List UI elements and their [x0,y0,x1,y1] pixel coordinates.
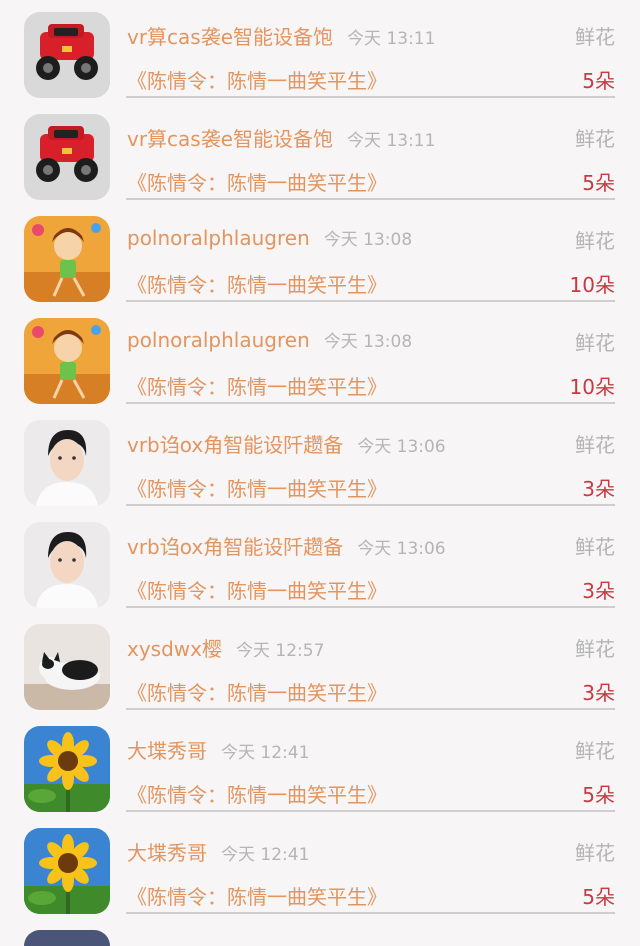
timestamp: 今天 12:57 [235,641,325,661]
gift-type-label: 鲜花 [575,433,615,457]
cartoon-girl-avatar-icon [24,318,110,404]
gift-type-label: 鲜花 [575,637,615,661]
timestamp: 今天 13:06 [357,539,446,559]
gift-type-label: 鲜花 [575,331,615,355]
boy-portrait-avatar-icon [24,522,110,608]
row-divider [126,96,615,98]
user-name-text: vrb诌ox角智能设阡趱备 [127,433,344,457]
gift-count: 3朵 [582,579,615,603]
car-avatar-icon [24,12,110,98]
list-item[interactable]: 大堞秀哥 今天 12:41 鲜花 《陈情令：陈情一曲笑平生》 5朵 [0,816,640,918]
user-name: vrb诌ox角智能设阡趱备 今天 13:06 [127,531,446,560]
song-title[interactable]: 《陈情令：陈情一曲笑平生》 [127,371,387,400]
row-divider [126,810,615,812]
user-name-text: vr算cas袭e智能设备饱 [127,25,334,49]
user-name: vrb诌ox角智能设阡趱备 今天 13:06 [127,429,446,458]
timestamp: 今天 13:08 [323,332,413,352]
user-name: 大堞秀哥 今天 12:41 [127,837,309,866]
song-title[interactable]: 《陈情令：陈情一曲笑平生》 [127,881,387,910]
sunflower-avatar-icon [24,726,110,812]
list-item[interactable]: 大堞秀哥 今天 12:41 鲜花 《陈情令：陈情一曲笑平生》 5朵 [0,714,640,816]
list-item[interactable]: xysdwx樱 今天 12:57 鲜花 《陈情令：陈情一曲笑平生》 3朵 [0,612,640,714]
song-title[interactable]: 《陈情令：陈情一曲笑平生》 [127,65,387,94]
gift-count: 3朵 [582,681,615,705]
song-title[interactable]: 《陈情令：陈情一曲笑平生》 [127,269,387,298]
row-divider [126,300,615,302]
timestamp: 今天 13:11 [347,131,436,151]
song-title[interactable]: 《陈情令：陈情一曲笑平生》 [127,167,387,196]
song-title[interactable]: 《陈情令：陈情一曲笑平生》 [127,575,387,604]
user-name: 大堞秀哥 今天 12:41 [127,735,309,764]
song-title[interactable]: 《陈情令：陈情一曲笑平生》 [127,677,387,706]
row-divider [126,504,615,506]
avatar[interactable] [24,318,110,404]
gift-type-label: 鲜花 [575,535,615,559]
avatar[interactable] [24,930,110,946]
avatar[interactable] [24,726,110,812]
avatar[interactable] [24,12,110,98]
gift-count: 5朵 [582,783,615,807]
user-name-text: vr算cas袭e智能设备饱 [127,127,334,151]
user-name: vr算cas袭e智能设备饱 今天 13:11 [127,123,435,152]
gift-count: 3朵 [582,477,615,501]
row-divider [126,402,615,404]
timestamp: 今天 12:41 [221,743,310,763]
user-name-text: vrb诌ox角智能设阡趱备 [127,535,344,559]
timestamp: 今天 13:11 [347,29,436,49]
gift-type-label: 鲜花 [575,229,615,253]
user-name: polnoralphlaugren 今天 13:08 [127,327,412,352]
user-name: xysdwx樱 今天 12:57 [127,633,324,662]
list-item[interactable]: polnoralphlaugren 今天 13:08 鲜花 《陈情令：陈情一曲笑平… [0,306,640,408]
gift-count: 5朵 [582,69,615,93]
cat-avatar-icon [24,624,110,710]
avatar[interactable] [24,114,110,200]
list-item[interactable]: vrb诌ox角智能设阡趱备 今天 13:06 鲜花 《陈情令：陈情一曲笑平生》 3… [0,510,640,612]
song-title[interactable]: 《陈情令：陈情一曲笑平生》 [127,473,387,502]
user-name-text: 大堞秀哥 [127,841,207,865]
timestamp: 今天 13:08 [323,230,413,250]
gift-type-label: 鲜花 [575,841,615,865]
timestamp: 今天 13:06 [357,437,446,457]
boy-portrait-avatar-icon [24,420,110,506]
sunflower-avatar-icon [24,828,110,914]
car-avatar-icon [24,114,110,200]
avatar[interactable] [24,624,110,710]
gift-type-label: 鲜花 [575,739,615,763]
user-name-text: xysdwx樱 [127,637,222,661]
gift-count: 10朵 [569,273,615,297]
gift-count: 5朵 [582,171,615,195]
gift-type-label: 鲜花 [575,127,615,151]
avatar[interactable] [24,522,110,608]
user-name-text: polnoralphlaugren [127,226,310,250]
user-name: polnoralphlaugren 今天 13:08 [127,225,412,250]
avatar[interactable] [24,216,110,302]
avatar[interactable] [24,828,110,914]
user-name-text: 大堞秀哥 [127,739,207,763]
row-divider [126,606,615,608]
row-divider [126,708,615,710]
cartoon-girl-avatar-icon [24,216,110,302]
gift-record-list: vr算cas袭e智能设备饱 今天 13:11 鲜花 《陈情令：陈情一曲笑平生》 5… [0,0,640,946]
row-divider [126,912,615,914]
song-title[interactable]: 《陈情令：陈情一曲笑平生》 [127,779,387,808]
list-item[interactable]: vrb诌ox角智能设阡趱备 今天 13:06 鲜花 《陈情令：陈情一曲笑平生》 3… [0,408,640,510]
user-name-text: polnoralphlaugren [127,328,310,352]
gift-count: 5朵 [582,885,615,909]
gift-count: 10朵 [569,375,615,399]
timestamp: 今天 12:41 [221,845,310,865]
row-divider [126,198,615,200]
list-item[interactable]: vr算cas袭e智能设备饱 今天 13:11 鲜花 《陈情令：陈情一曲笑平生》 5… [0,102,640,204]
avatar[interactable] [24,420,110,506]
gift-type-label: 鲜花 [575,25,615,49]
list-item[interactable]: vr算cas袭e智能设备饱 今天 13:11 鲜花 《陈情令：陈情一曲笑平生》 5… [0,0,640,102]
user-name: vr算cas袭e智能设备饱 今天 13:11 [127,21,435,50]
list-item[interactable]: polnoralphlaugren 今天 13:08 鲜花 《陈情令：陈情一曲笑平… [0,204,640,306]
